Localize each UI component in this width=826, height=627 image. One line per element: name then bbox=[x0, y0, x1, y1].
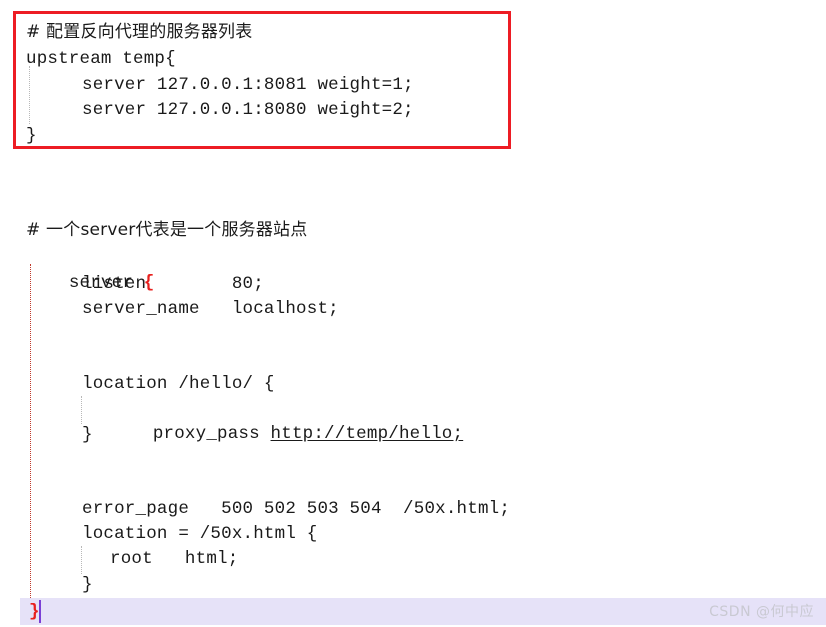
code-line-location-50x: location = /50x.html { bbox=[82, 524, 318, 544]
code-line-server-name: server_name localhost; bbox=[82, 299, 339, 319]
code-line-upstream-close: } bbox=[26, 126, 37, 146]
csdn-watermark: CSDN @何中应 bbox=[709, 604, 814, 620]
code-line-upstream-server-8080: server 127.0.0.1:8080 weight=2; bbox=[82, 100, 414, 120]
code-line-upstream-comment: # 配置反向代理的服务器列表 bbox=[26, 22, 253, 42]
code-line-upstream-server-8081: server 127.0.0.1:8081 weight=1; bbox=[82, 75, 414, 95]
indent-guide-location-50x bbox=[81, 546, 82, 574]
proxy-pass-keyword: proxy_pass bbox=[152, 424, 271, 444]
code-line-error-page: error_page 500 502 503 504 /50x.html; bbox=[82, 499, 511, 519]
current-line-highlight bbox=[20, 598, 826, 625]
indent-guide-upstream bbox=[29, 66, 30, 124]
code-line-location-hello: location /hello/ { bbox=[82, 374, 275, 394]
code-line-server-comment: # 一个server代表是一个服务器站点 bbox=[26, 220, 308, 240]
text-caret bbox=[39, 600, 41, 623]
code-line-location-50x-close: } bbox=[82, 575, 93, 595]
code-line-upstream-open: upstream temp{ bbox=[26, 49, 176, 69]
indent-guide-location-hello bbox=[81, 396, 82, 424]
code-line-proxy-pass: proxy_pass http://temp/hello; bbox=[110, 397, 463, 472]
code-editor-canvas[interactable]: # 配置反向代理的服务器列表 upstream temp{ server 127… bbox=[0, 0, 826, 627]
code-line-root-html: root html; bbox=[110, 549, 239, 569]
proxy-pass-url-link[interactable]: http://temp/hello; bbox=[271, 424, 464, 444]
code-line-listen: listen 80; bbox=[82, 274, 264, 294]
code-line-location-hello-close: } bbox=[82, 425, 93, 445]
